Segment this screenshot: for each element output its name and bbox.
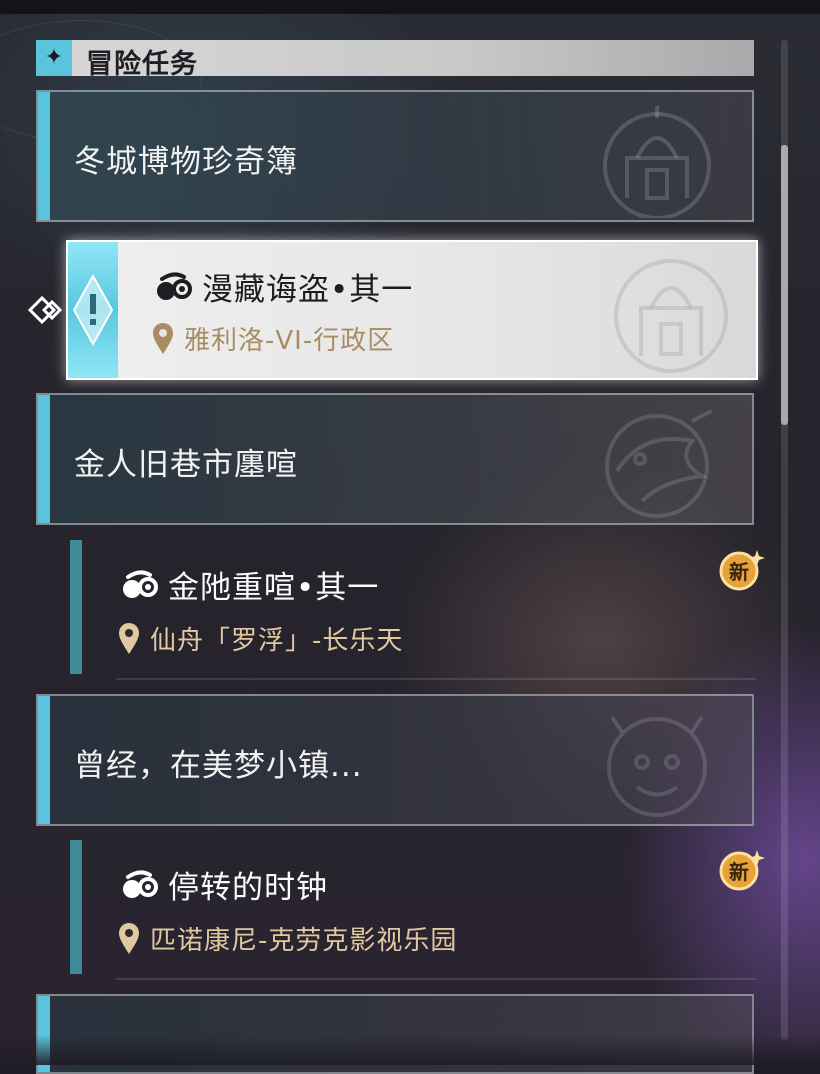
- quest-type-icon: [157, 271, 192, 300]
- location-pin-icon: [153, 322, 173, 354]
- new-badge-label: 新: [729, 860, 749, 884]
- category-card[interactable]: 金人旧巷市廛喧: [36, 393, 754, 525]
- section-header: ✦ 冒险任务: [36, 40, 754, 80]
- category-accent: [38, 696, 50, 824]
- quest-bar: [70, 540, 82, 674]
- quest-title: 金阤重喧•其一: [168, 570, 380, 606]
- category-card[interactable]: 冬城博物珍奇簿: [36, 90, 754, 222]
- quest-row[interactable]: 停转的时钟 匹诺康尼-克劳克影视乐园 新: [70, 840, 765, 980]
- quest-title: 停转的时钟: [168, 870, 328, 906]
- quest-card-selected[interactable]: 漫藏诲盗•其一 雅利洛-VI-行政区: [66, 240, 758, 380]
- location-pin-icon: [119, 622, 139, 654]
- category-title: 曾经，在美梦小镇...: [74, 748, 363, 784]
- diamond-star-icon: ✦: [36, 40, 72, 76]
- bottom-fade: [0, 1035, 820, 1065]
- category-accent: [38, 395, 50, 523]
- top-shade: [0, 0, 820, 14]
- clock-mascot-emblem-icon: [607, 715, 707, 817]
- divider: [116, 978, 756, 980]
- quest-title: 漫藏诲盗•其一: [202, 272, 414, 308]
- palace-emblem-icon: [603, 106, 711, 218]
- quest-location: 匹诺康尼-克劳克影视乐园: [150, 926, 458, 956]
- section-title: 冒险任务: [86, 49, 198, 80]
- selected-strip: [68, 242, 118, 378]
- quest-location: 仙舟「罗浮」-长乐天: [150, 626, 404, 656]
- category-title: 金人旧巷市廛喧: [74, 447, 298, 483]
- bird-emblem-icon: [605, 409, 713, 518]
- scrollbar-thumb[interactable]: [781, 145, 788, 425]
- scrollbar[interactable]: [781, 40, 788, 1040]
- new-badge-icon: 新: [719, 850, 765, 891]
- quest-type-icon: [123, 869, 158, 898]
- category-card[interactable]: 曾经，在美梦小镇...: [36, 694, 754, 826]
- quest-bar: [70, 840, 82, 974]
- alert-diamond-icon: [72, 273, 114, 347]
- new-badge-icon: 新: [719, 550, 765, 591]
- quest-type-icon: [123, 569, 158, 598]
- category-title: 冬城博物珍奇簿: [74, 144, 298, 180]
- quest-row[interactable]: 金阤重喧•其一 仙舟「罗浮」-长乐天 新: [70, 540, 765, 680]
- palace-emblem-icon: [614, 259, 728, 373]
- quest-location: 雅利洛-VI-行政区: [184, 326, 395, 356]
- new-badge-label: 新: [729, 560, 749, 584]
- pointer-arrow-icon: [27, 295, 63, 325]
- category-accent: [38, 92, 50, 220]
- location-pin-icon: [119, 922, 139, 954]
- divider: [116, 678, 756, 680]
